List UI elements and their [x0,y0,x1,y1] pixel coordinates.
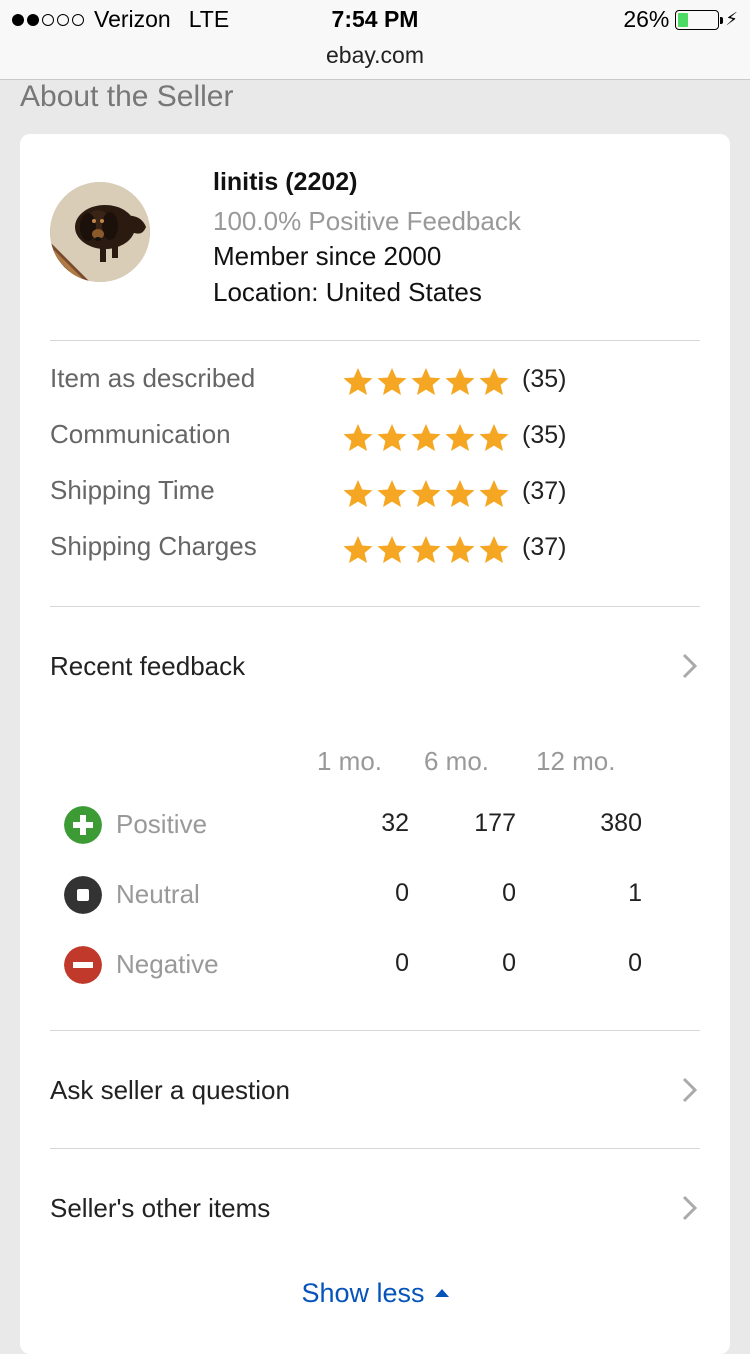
neutral-square-icon [64,876,102,914]
positive-plus-icon [64,806,102,844]
star-icon [411,424,441,451]
star-icon [411,536,441,563]
star-icon [377,424,407,451]
neutral-1mo-value: 0 [395,879,409,907]
negative-6mo-value: 0 [502,949,516,977]
period-1mo-header: 1 mo. [317,746,383,776]
negative-label: Negative [116,949,219,979]
neutral-12mo-value: 1 [628,879,642,907]
battery-icon [675,9,724,30]
show-less-button[interactable]: Show less [20,1278,730,1309]
chevron-right-icon [682,1077,698,1103]
star-icon [445,424,475,451]
address-bar-url[interactable]: ebay.com [0,42,750,69]
feedback-row-negative: Negative 0 0 0 [64,946,684,986]
rating-count: (35) [522,421,567,449]
ask-seller-label: Ask seller a question [50,1074,290,1105]
rating-label: Communication [50,419,231,449]
charging-icon: ⚡ [725,9,738,29]
star-icon [479,536,509,563]
neutral-label: Neutral [116,879,200,909]
star-icon [411,480,441,507]
rating-count: (35) [522,365,567,393]
rating-row: Shipping Charges (37) [50,531,700,571]
rating-row: Item as described (35) [50,363,700,403]
seller-avatar[interactable] [50,182,150,282]
positive-label: Positive [116,809,208,839]
star-icon [479,480,509,507]
positive-12mo-value: 380 [600,809,642,837]
feedback-row-positive: Positive 32 177 380 [64,806,684,846]
rating-count: (37) [522,477,567,505]
rating-label: Shipping Charges [50,531,257,561]
star-icon [343,368,373,395]
rating-row: Shipping Time (37) [50,475,700,515]
seller-name[interactable]: linitis (2202) [213,168,358,197]
ask-seller-link[interactable]: Ask seller a question [50,1060,700,1120]
status-bar: Verizon LTE 7:54 PM 26% ⚡ ebay.com [0,0,750,80]
negative-1mo-value: 0 [395,949,409,977]
star-icon [343,536,373,563]
star-icon [445,536,475,563]
battery-percent: 26% [623,6,670,32]
divider [50,340,700,341]
recent-feedback-link[interactable]: Recent feedback [50,636,700,696]
star-icon [343,424,373,451]
caret-up-icon [434,1288,449,1297]
star-icon [479,368,509,395]
rating-stars [342,366,510,398]
rating-label: Shipping Time [50,475,215,505]
negative-12mo-value: 0 [628,949,642,977]
star-icon [479,424,509,451]
rating-row: Communication (35) [50,419,700,459]
rating-stars [342,478,510,510]
status-right: 26% ⚡ [623,6,738,33]
divider [50,1148,700,1149]
star-icon [445,480,475,507]
seller-member-since: Member since 2000 [213,241,442,271]
star-icon [377,368,407,395]
positive-1mo-value: 32 [381,809,409,837]
seller-other-items-label: Seller's other items [50,1192,271,1223]
seller-card: linitis (2202) 100.0% Positive Feedback … [20,134,730,1354]
show-less-label: Show less [301,1278,425,1308]
star-icon [411,368,441,395]
rating-stars [342,534,510,566]
seller-feedback-score: 100.0% Positive Feedback [213,206,521,236]
star-icon [445,368,475,395]
rating-label: Item as described [50,363,256,393]
chevron-right-icon [682,1195,698,1221]
divider [50,606,700,607]
recent-feedback-label: Recent feedback [50,650,246,681]
rating-stars [342,422,510,454]
star-icon [377,480,407,507]
star-icon [343,480,373,507]
period-6mo-header: 6 mo. [424,746,490,776]
neutral-6mo-value: 0 [502,879,516,907]
chevron-right-icon [682,653,698,679]
positive-6mo-value: 177 [474,809,516,837]
period-12mo-header: 12 mo. [536,746,616,776]
section-title: About the Seller [20,80,234,113]
divider [50,1030,700,1031]
seller-location: Location: United States [213,277,482,307]
star-icon [377,536,407,563]
rating-count: (37) [522,533,567,561]
negative-minus-icon [64,946,102,984]
feedback-row-neutral: Neutral 0 0 1 [64,876,684,916]
seller-other-items-link[interactable]: Seller's other items [50,1178,700,1238]
